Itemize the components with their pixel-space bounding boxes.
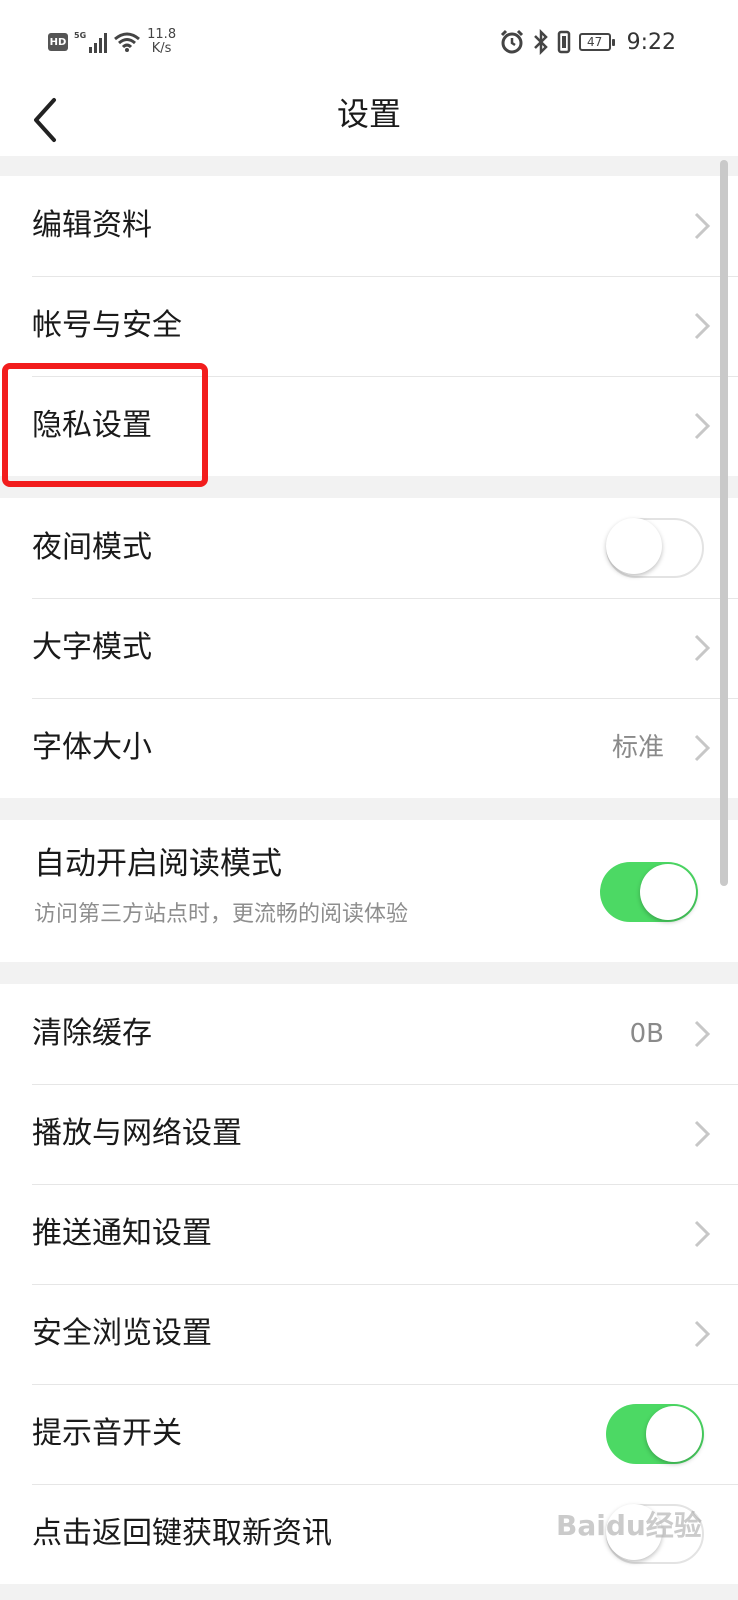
row-sound-toggle[interactable]: 提示音开关 [0,1384,738,1484]
alarm-icon [500,29,523,54]
chevron-right-icon [694,1320,711,1348]
network-type: 5G [74,31,87,40]
highlight-annotation [2,363,208,487]
row-large-text[interactable]: 大字模式 [0,598,738,698]
row-clear-cache[interactable]: 清除缓存 0B [0,984,738,1084]
row-push-notifications[interactable]: 推送通知设置 [0,1184,738,1284]
row-playback-network[interactable]: 播放与网络设置 [0,1084,738,1184]
row-label: 播放与网络设置 [32,1116,242,1151]
row-label: 点击返回键获取新资讯 [32,1516,332,1551]
status-left: HD 5G 11.8 K/s [48,24,176,60]
section-display: 夜间模式 大字模式 字体大小 标准 [0,498,738,798]
row-label: 推送通知设置 [32,1216,212,1251]
chevron-right-icon [694,212,711,240]
row-label: 提示音开关 [32,1416,182,1451]
vibrate-icon [557,30,570,54]
row-label: 夜间模式 [32,530,152,565]
auto-reading-toggle[interactable] [600,862,698,922]
bluetooth-icon [533,29,548,55]
chevron-right-icon [694,1020,711,1048]
section-reading: 自动开启阅读模式 访问第三方站点时，更流畅的阅读体验 [0,820,738,962]
page-title: 设置 [336,95,401,133]
cache-size-value: 0B [629,1019,664,1049]
chevron-right-icon [694,412,711,440]
row-night-mode[interactable]: 夜间模式 [0,498,738,598]
row-label: 清除缓存 [32,1016,152,1051]
status-right: 47 9:22 [499,26,676,58]
section-other: 清除缓存 0B 播放与网络设置 推送通知设置 安全浏览设置 提示音开关 点击返回… [0,984,738,1584]
network-speed: 11.8 K/s [147,27,177,56]
status-bar: HD 5G 11.8 K/s 47 9:22 [0,0,738,84]
font-size-value: 标准 [611,733,664,763]
row-label: 大字模式 [32,630,152,665]
chevron-right-icon [694,1220,711,1248]
row-label: 帐号与安全 [32,308,182,343]
chevron-right-icon [694,734,711,762]
wifi-icon [114,32,141,52]
chevron-right-icon [694,1120,711,1148]
night-mode-toggle[interactable] [606,518,704,578]
row-account-security[interactable]: 帐号与安全 [0,276,738,376]
row-title: 自动开启阅读模式 [34,846,282,882]
battery-level: 47 [586,35,603,49]
row-label: 安全浏览设置 [32,1316,212,1351]
signal-icon: 5G [74,31,108,53]
row-safe-browsing[interactable]: 安全浏览设置 [0,1284,738,1384]
nav-bar: 设置 [0,84,738,156]
chevron-right-icon [694,634,711,662]
sound-toggle[interactable] [606,1404,704,1464]
row-label: 编辑资料 [32,208,152,243]
hd-icon: HD [48,33,68,51]
row-font-size[interactable]: 字体大小 标准 [0,698,738,798]
row-description: 访问第三方站点时，更流畅的阅读体验 [34,902,409,927]
row-label: 字体大小 [32,730,152,765]
row-edit-profile[interactable]: 编辑资料 [0,176,738,276]
row-auto-reading-mode[interactable]: 自动开启阅读模式 访问第三方站点时，更流畅的阅读体验 [0,820,738,962]
battery-icon: 47 [578,33,615,51]
chevron-right-icon [694,312,711,340]
scrollbar[interactable] [720,160,728,886]
watermark: Baidu经验 [556,1509,702,1542]
clock: 9:22 [626,29,676,55]
